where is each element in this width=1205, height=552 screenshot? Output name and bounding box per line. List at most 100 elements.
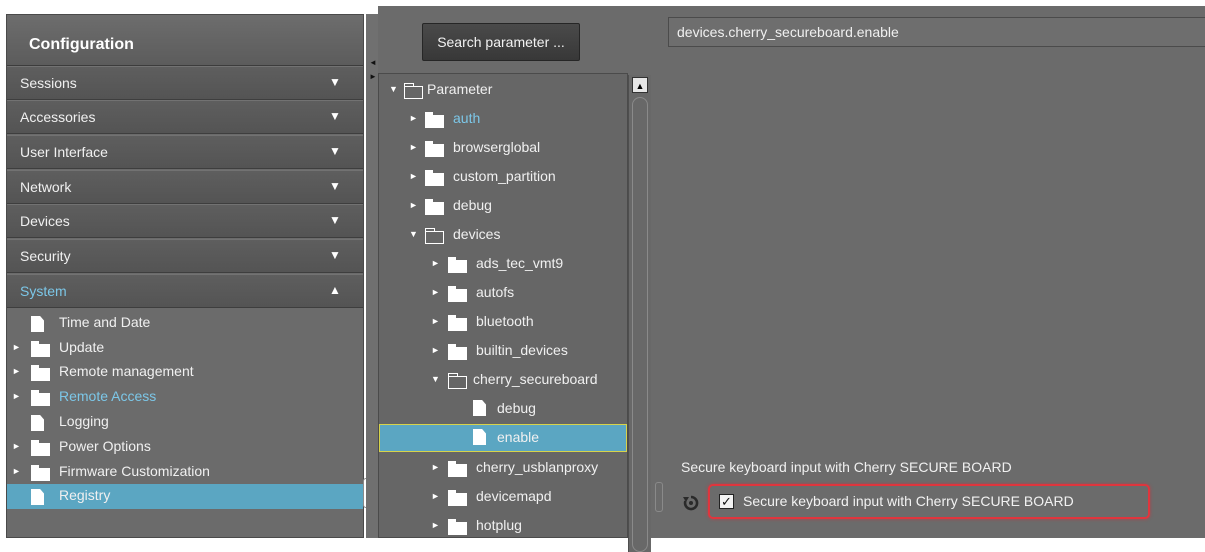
tree-node-label: debug bbox=[453, 197, 492, 213]
section-label: Security bbox=[20, 248, 71, 264]
expander-arrow-icon[interactable]: ► bbox=[12, 366, 21, 376]
section-label: User Interface bbox=[20, 144, 108, 160]
right-top-bar bbox=[655, 6, 1205, 14]
system-item-label: Remote management bbox=[59, 363, 194, 379]
tree-node-builtin-devices[interactable]: ► builtin_devices bbox=[379, 337, 627, 365]
tree-node-cherry-secureboard[interactable]: ▼ cherry_secureboard bbox=[379, 366, 627, 394]
expand-arrow-icon: ▼ bbox=[329, 248, 341, 262]
expander-arrow-icon[interactable]: ► bbox=[409, 142, 418, 152]
section-accessories[interactable]: Accessories ▼ bbox=[7, 100, 363, 134]
tree-node-ads-tec-vmt9[interactable]: ► ads_tec_vmt9 bbox=[379, 250, 627, 278]
folder-icon bbox=[31, 341, 50, 360]
expander-arrow-icon[interactable]: ► bbox=[431, 345, 440, 355]
expander-arrow-icon[interactable]: ► bbox=[12, 391, 21, 401]
expander-arrow-icon[interactable]: ► bbox=[409, 113, 418, 123]
configuration-header: Configuration bbox=[7, 15, 363, 66]
tree-node-label: devicemapd bbox=[476, 488, 552, 504]
expander-arrow-icon[interactable]: ► bbox=[431, 287, 440, 297]
system-item-label: Firmware Customization bbox=[59, 463, 210, 479]
folder-open-icon bbox=[447, 373, 467, 392]
file-icon bbox=[31, 489, 44, 508]
tree-node-label: hotplug bbox=[476, 517, 522, 533]
tree-scrollbar[interactable]: ▲ bbox=[628, 75, 651, 552]
tree-node-autofs[interactable]: ► autofs bbox=[379, 279, 627, 307]
expander-arrow-icon[interactable]: ► bbox=[12, 466, 21, 476]
file-icon bbox=[31, 415, 44, 434]
system-item-update[interactable]: ► Update bbox=[7, 336, 363, 361]
expander-arrow-icon[interactable]: ► bbox=[12, 342, 21, 352]
expander-arrow-icon[interactable]: ► bbox=[431, 520, 440, 530]
tree-node-devicemapd[interactable]: ► devicemapd bbox=[379, 483, 627, 511]
tree-node-parameter[interactable]: ▼ Parameter bbox=[379, 76, 627, 104]
tree-node-cherry-debug[interactable]: debug bbox=[379, 395, 627, 423]
tree-node-auth[interactable]: ► auth bbox=[379, 105, 627, 133]
expander-arrow-icon[interactable]: ▼ bbox=[431, 374, 440, 384]
section-sessions[interactable]: Sessions ▼ bbox=[7, 66, 363, 100]
search-parameter-button[interactable]: Search parameter ... bbox=[422, 23, 580, 61]
tree-node-browserglobal[interactable]: ► browserglobal bbox=[379, 134, 627, 162]
tree-node-debug[interactable]: ► debug bbox=[379, 192, 627, 220]
folder-icon bbox=[448, 519, 467, 538]
parameter-tree: ▼ Parameter ► auth ► browserglobal ► cus… bbox=[378, 73, 628, 538]
tree-node-enable[interactable]: enable bbox=[379, 424, 627, 452]
expander-arrow-icon[interactable]: ► bbox=[431, 491, 440, 501]
folder-icon bbox=[448, 344, 467, 363]
section-user-interface[interactable]: User Interface ▼ bbox=[7, 135, 363, 169]
tree-node-label: enable bbox=[497, 429, 540, 445]
folder-open-icon bbox=[403, 83, 423, 102]
expander-arrow-icon[interactable]: ► bbox=[431, 316, 440, 326]
system-item-remote-access[interactable]: ► Remote Access bbox=[7, 385, 363, 410]
checkbox-label[interactable]: Secure keyboard input with Cherry SECURE… bbox=[743, 493, 1074, 509]
file-icon bbox=[473, 400, 486, 419]
expander-arrow-icon[interactable]: ► bbox=[12, 441, 21, 451]
collapse-left-icon[interactable]: ◄ bbox=[369, 58, 377, 67]
tree-node-label: cherry_usblanproxy bbox=[476, 459, 599, 475]
system-item-label: Registry bbox=[59, 487, 111, 503]
section-security[interactable]: Security ▼ bbox=[7, 239, 363, 273]
system-item-power-options[interactable]: ► Power Options bbox=[7, 435, 363, 460]
section-label: Accessories bbox=[20, 109, 96, 125]
section-system[interactable]: System ▲ bbox=[7, 274, 363, 308]
expander-arrow-icon[interactable]: ▼ bbox=[409, 229, 418, 239]
folder-icon bbox=[425, 199, 444, 218]
expander-arrow-icon[interactable]: ▼ bbox=[389, 84, 398, 94]
panel-splitter[interactable]: ◄ ► bbox=[366, 14, 378, 538]
system-item-label: Update bbox=[59, 339, 105, 355]
tree-node-label: autofs bbox=[476, 284, 515, 300]
tree-node-label: cherry_secureboard bbox=[473, 371, 598, 387]
reset-default-icon[interactable] bbox=[682, 494, 700, 512]
expander-arrow-icon[interactable]: ► bbox=[409, 171, 418, 181]
system-item-logging[interactable]: Logging bbox=[7, 410, 363, 435]
expander-arrow-icon[interactable]: ► bbox=[431, 462, 440, 472]
tree-node-label: builtin_devices bbox=[476, 342, 568, 358]
enable-option-highlight: ✓ Secure keyboard input with Cherry SECU… bbox=[708, 484, 1150, 519]
scroll-up-icon[interactable]: ▲ bbox=[632, 77, 648, 93]
tree-node-devices[interactable]: ▼ devices bbox=[379, 221, 627, 249]
folder-icon bbox=[448, 461, 467, 480]
tree-node-label: auth bbox=[453, 110, 481, 126]
folder-icon bbox=[448, 286, 467, 305]
parameter-tree-panel: Search parameter ... ▼ Parameter ► auth … bbox=[378, 14, 655, 552]
scrollbar-thumb[interactable] bbox=[632, 97, 648, 552]
tree-node-cherry-usblanproxy[interactable]: ► cherry_usblanproxy bbox=[379, 454, 627, 482]
folder-icon bbox=[425, 170, 444, 189]
folder-icon bbox=[448, 257, 467, 276]
section-devices[interactable]: Devices ▼ bbox=[7, 204, 363, 238]
system-item-registry[interactable]: Registry bbox=[7, 484, 363, 509]
system-item-remote-management[interactable]: ► Remote management bbox=[7, 360, 363, 385]
folder-icon bbox=[31, 365, 50, 384]
expander-arrow-icon[interactable]: ► bbox=[409, 200, 418, 210]
folder-icon bbox=[425, 141, 444, 160]
section-network[interactable]: Network ▼ bbox=[7, 170, 363, 204]
tree-node-custom-partition[interactable]: ► custom_partition bbox=[379, 163, 627, 191]
tree-node-label: browserglobal bbox=[453, 139, 541, 155]
system-item-time-and-date[interactable]: Time and Date bbox=[7, 311, 363, 336]
enable-checkbox[interactable]: ✓ bbox=[719, 494, 734, 509]
system-item-firmware-customization[interactable]: ► Firmware Customization bbox=[7, 460, 363, 485]
expander-arrow-icon[interactable]: ► bbox=[431, 258, 440, 268]
parameter-path-field[interactable]: devices.cherry_secureboard.enable bbox=[668, 17, 1205, 47]
expand-right-icon[interactable]: ► bbox=[369, 72, 377, 81]
tree-node-hotplug[interactable]: ► hotplug bbox=[379, 512, 627, 540]
tree-node-bluetooth[interactable]: ► bluetooth bbox=[379, 308, 627, 336]
detail-panel-scrollbar[interactable] bbox=[655, 482, 663, 512]
